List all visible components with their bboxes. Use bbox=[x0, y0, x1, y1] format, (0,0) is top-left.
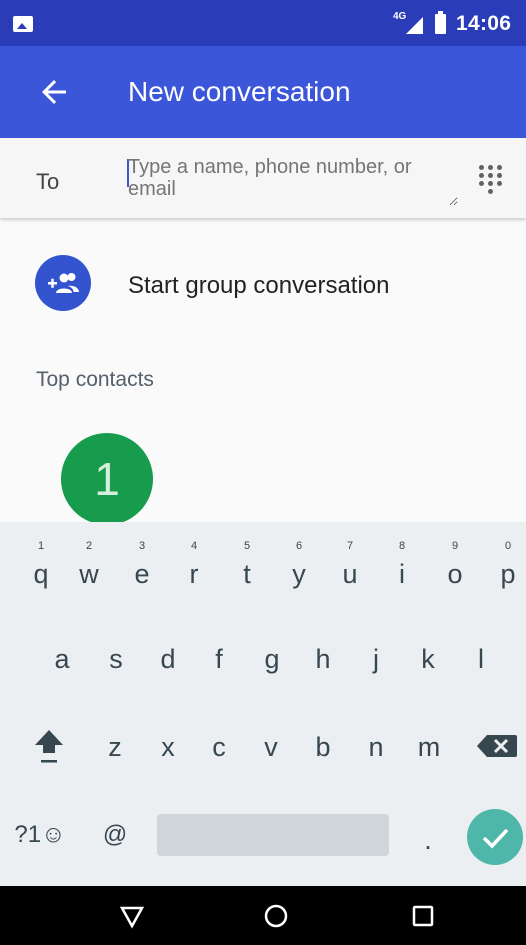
key-i[interactable]: 8i bbox=[377, 534, 427, 594]
key-k[interactable]: k bbox=[403, 629, 453, 689]
key-r[interactable]: 4r bbox=[169, 534, 219, 594]
at-key[interactable]: @ bbox=[90, 805, 140, 865]
home-circle-icon[interactable] bbox=[256, 898, 296, 934]
page-title: New conversation bbox=[128, 76, 351, 107]
key-s[interactable]: s bbox=[91, 629, 141, 689]
backspace-icon bbox=[477, 735, 517, 757]
back-arrow-icon[interactable] bbox=[36, 74, 72, 110]
shift-icon bbox=[35, 730, 63, 763]
back-triangle-icon[interactable] bbox=[112, 898, 152, 934]
key-g[interactable]: g bbox=[247, 629, 297, 689]
recipient-input[interactable] bbox=[128, 156, 458, 206]
key-v[interactable]: v bbox=[246, 717, 296, 777]
key-p[interactable]: 0p bbox=[483, 534, 526, 594]
key-b[interactable]: b bbox=[298, 717, 348, 777]
key-n[interactable]: n bbox=[351, 717, 401, 777]
key-c[interactable]: c bbox=[194, 717, 244, 777]
key-e[interactable]: 3e bbox=[117, 534, 167, 594]
network-type: 4G bbox=[393, 11, 407, 22]
space-bar[interactable] bbox=[157, 814, 389, 856]
dialpad-icon[interactable] bbox=[476, 161, 506, 197]
check-icon bbox=[482, 828, 509, 849]
key-t[interactable]: 5t bbox=[222, 534, 272, 594]
keyboard: 1q 2w 3e 4r 5t 6y 7u 8i 9o 0p a s d f g … bbox=[0, 522, 526, 886]
contact-avatar[interactable]: 1 bbox=[61, 433, 153, 525]
to-label: To bbox=[36, 169, 60, 194]
key-l[interactable]: l bbox=[456, 629, 506, 689]
recipient-bar: To bbox=[0, 138, 526, 218]
key-d[interactable]: d bbox=[143, 629, 193, 689]
battery-icon bbox=[435, 11, 446, 34]
key-h[interactable]: h bbox=[298, 629, 348, 689]
key-q[interactable]: 1q bbox=[16, 534, 66, 594]
app-bar: New conversation bbox=[0, 46, 526, 138]
symbols-key[interactable]: ?1☺ bbox=[2, 805, 78, 865]
start-group-conversation[interactable]: Start group conversation bbox=[0, 240, 526, 330]
key-o[interactable]: 9o bbox=[430, 534, 480, 594]
key-a[interactable]: a bbox=[37, 629, 87, 689]
done-key[interactable] bbox=[467, 809, 523, 865]
key-f[interactable]: f bbox=[194, 629, 244, 689]
key-y[interactable]: 6y bbox=[274, 534, 324, 594]
group-add-icon bbox=[35, 255, 91, 311]
shift-key[interactable] bbox=[24, 717, 74, 777]
key-j[interactable]: j bbox=[351, 629, 401, 689]
recents-square-icon[interactable] bbox=[403, 898, 443, 934]
clock: 14:06 bbox=[456, 12, 512, 35]
key-w[interactable]: 2w bbox=[64, 534, 114, 594]
status-bar: 4G 14:06 bbox=[0, 0, 526, 46]
key-u[interactable]: 7u bbox=[325, 534, 375, 594]
navigation-bar bbox=[0, 886, 526, 945]
period-key[interactable]: . bbox=[403, 810, 453, 870]
top-contacts-heading: Top contacts bbox=[36, 368, 154, 391]
start-group-label: Start group conversation bbox=[128, 272, 390, 299]
key-z[interactable]: z bbox=[90, 717, 140, 777]
key-m[interactable]: m bbox=[404, 717, 454, 777]
image-notification-icon bbox=[13, 16, 33, 32]
backspace-key[interactable] bbox=[472, 717, 522, 777]
key-x[interactable]: x bbox=[143, 717, 193, 777]
signal-icon bbox=[406, 17, 423, 34]
